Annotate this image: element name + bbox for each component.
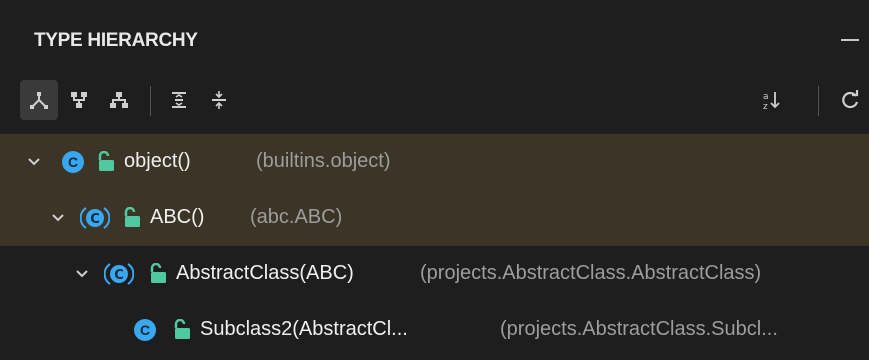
type-hierarchy-panel: TYPE HIERARCHY a z C object() (builtins.… — [0, 0, 869, 360]
refresh-icon — [842, 90, 859, 109]
tree-row-abc[interactable]: C ABC() (abc.ABC) — [0, 190, 869, 246]
panel-title: TYPE HIERARCHY — [34, 30, 198, 51]
refresh-button[interactable] — [832, 80, 868, 120]
type-hierarchy-button[interactable] — [100, 80, 138, 120]
tree-row-detail: (projects.AbstractClass.Subcl... — [500, 318, 778, 340]
unlocked-public-icon — [150, 263, 166, 283]
expand-all-icon — [172, 92, 186, 108]
collapse-all-button[interactable] — [200, 80, 238, 120]
toolbar-separator — [818, 86, 819, 116]
sort-alphabetically-icon: a z — [763, 92, 780, 111]
svg-text:C: C — [114, 268, 124, 283]
tree-row-name: Subclass2(AbstractCl... — [200, 318, 408, 340]
subtype-hierarchy-icon — [71, 92, 87, 108]
unlocked-public-icon — [98, 151, 114, 171]
tree-row-abstractclass[interactable]: C AbstractClass(ABC) (projects.AbstractC… — [0, 246, 869, 302]
class-icon: C — [134, 319, 156, 341]
abstract-class-icon: C — [80, 207, 110, 229]
abstract-class-icon: C — [104, 263, 134, 285]
type-hierarchy-icon — [110, 92, 128, 108]
collapse-panel-icon[interactable] — [841, 39, 859, 41]
supertype-hierarchy-icon — [30, 92, 48, 109]
panel-header: TYPE HIERARCHY — [0, 0, 869, 80]
tree-row-subclass2[interactable]: C Subclass2(AbstractCl... (projects.Abst… — [0, 302, 869, 358]
supertype-hierarchy-button[interactable] — [20, 80, 58, 120]
sort-alphabetically-button[interactable]: a z — [752, 80, 790, 120]
collapse-all-icon — [212, 91, 226, 109]
tree-row-name: ABC() — [150, 206, 205, 228]
svg-text:C: C — [90, 212, 100, 227]
tree-row-name: AbstractClass(ABC) — [176, 262, 354, 284]
chevron-down-icon[interactable] — [72, 264, 92, 284]
chevron-down-icon[interactable] — [48, 208, 68, 228]
tree-row-name: object() — [124, 150, 191, 172]
svg-text:a: a — [763, 92, 769, 102]
expand-all-button[interactable] — [160, 80, 198, 120]
subtype-hierarchy-button[interactable] — [60, 80, 98, 120]
toolbar-separator — [150, 86, 151, 116]
unlocked-public-icon — [124, 207, 140, 227]
svg-text:z: z — [763, 102, 768, 111]
toolbar: a z — [0, 80, 869, 132]
tree-row-detail: (builtins.object) — [256, 150, 391, 172]
class-icon: C — [62, 151, 84, 173]
tree-row-object[interactable]: C object() (builtins.object) — [0, 134, 869, 190]
unlocked-public-icon — [174, 319, 190, 339]
tree-row-detail: (abc.ABC) — [250, 206, 343, 228]
chevron-down-icon[interactable] — [24, 152, 44, 172]
tree-row-detail: (projects.AbstractClass.AbstractClass) — [420, 262, 762, 284]
